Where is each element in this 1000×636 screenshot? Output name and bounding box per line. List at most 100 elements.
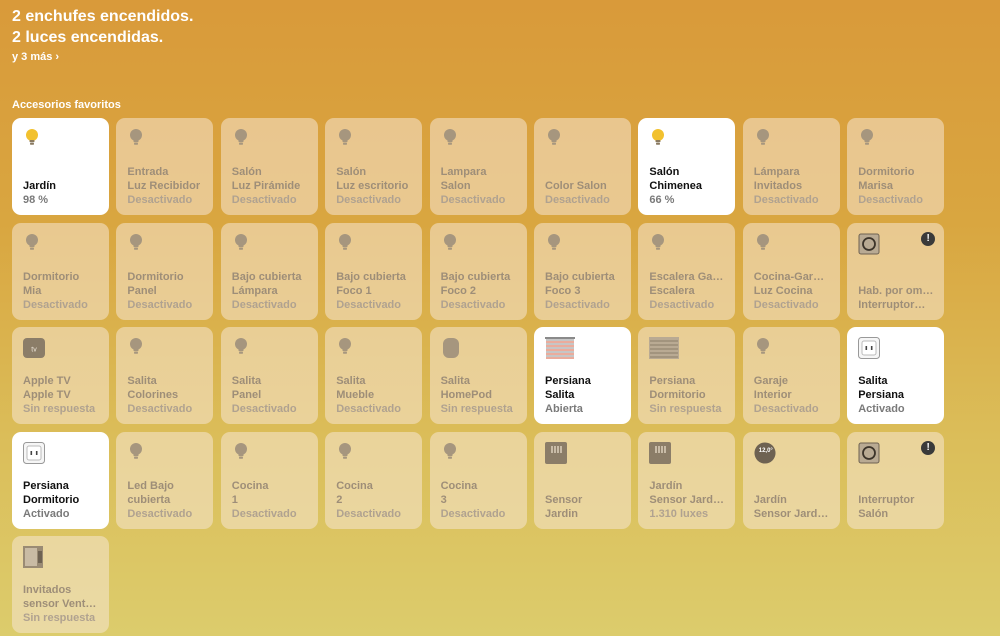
tile-labels: Salón Chimenea 66 % xyxy=(649,165,729,207)
accessory-tile-bajo-cubierta-foco-2[interactable]: Bajo cubierta Foco 2 Desactivado xyxy=(429,222,527,320)
tile-labels: Bajo cubierta Foco 3 Desactivado xyxy=(545,270,625,312)
bulb-icon xyxy=(545,233,567,255)
accessory-tile-color-salon[interactable]: Color Salon Desactivado xyxy=(534,118,631,215)
tile-room: Bajo cubierta xyxy=(231,270,302,283)
sensor-icon xyxy=(545,441,567,464)
accessory-tile-jardín[interactable]: Jardín 98 % xyxy=(12,118,109,215)
accessory-tile-cocina-1[interactable]: Cocina 1 Desactivado xyxy=(220,431,318,529)
tile-labels: Salita HomePod Sin respuesta xyxy=(441,374,521,416)
accessory-tile-invitados-sensor-vent[interactable]: Invitados sensor Vent… Sin respuesta xyxy=(12,536,109,633)
tile-status: Desactivado xyxy=(127,194,193,206)
accessory-tile-salita-homepod[interactable]: Salita HomePod Sin respuesta xyxy=(429,327,527,424)
tile-room: Garaje xyxy=(753,375,789,387)
tile-room: Salón xyxy=(336,166,367,178)
tile-name: Interior xyxy=(753,389,792,401)
tile-status: 66 % xyxy=(649,194,675,206)
accessory-tile-jardín-sensor-jard[interactable]: 12,0° Jardín Sensor Jard… xyxy=(742,431,840,529)
accessory-tile-persiana-dormitorio[interactable]: Persiana Dormitorio Sin respuesta xyxy=(638,327,736,424)
more-link[interactable]: y 3 más › xyxy=(12,51,59,63)
tile-name: Jardin xyxy=(545,507,579,520)
tile-name: Marisa xyxy=(858,180,894,192)
tile-status: Desactivado xyxy=(231,298,297,311)
tile-labels: Led Bajo cubierta Desactivado xyxy=(127,479,207,521)
accessory-tile-dormitorio-panel[interactable]: Dormitorio Panel Desactivado xyxy=(116,222,214,320)
tile-labels: Cocina 3 Desactivado xyxy=(441,479,521,521)
tile-name: Chimenea xyxy=(649,180,702,192)
bulb-icon xyxy=(127,337,149,359)
tile-labels: Escalera Ga… Escalera Desactivado xyxy=(649,270,729,312)
tile-room: Cocina xyxy=(231,479,269,492)
tile-room: Persiana xyxy=(23,479,69,492)
status-line-lights: 2 luces encendidas. xyxy=(12,29,164,46)
tile-status: Desactivado xyxy=(753,403,819,415)
accessory-tile-salón-luz-pirámide[interactable]: Salón Luz Pirámide Desactivado xyxy=(220,118,318,215)
accessory-tile-salita-mueble[interactable]: Salita Mueble Desactivado xyxy=(325,327,423,424)
accessory-tile-bajo-cubierta-foco-1[interactable]: Bajo cubierta Foco 1 Desactivado xyxy=(325,222,423,320)
tile-name: Apple TV xyxy=(23,389,71,401)
accessory-tile-escalera-ga-escalera[interactable]: Escalera Ga… Escalera Desactivado xyxy=(638,222,736,320)
tile-labels: Dormitorio Marisa Desactivado xyxy=(858,165,938,207)
accessory-tile-interruptor-salón[interactable]: ! Interruptor Salón xyxy=(847,431,945,529)
accessory-tile-lampara-salon[interactable]: Lampara Salon Desactivado xyxy=(429,118,527,215)
tile-name: HomePod xyxy=(440,389,492,401)
tile-labels: Salita Mueble Desactivado xyxy=(336,374,416,416)
accessory-tile-salón-chimenea[interactable]: Salón Chimenea 66 % xyxy=(638,118,736,215)
accessory-tile-garaje-interior[interactable]: Garaje Interior Desactivado xyxy=(742,327,840,424)
tile-labels: Bajo cubierta Foco 2 Desactivado xyxy=(441,270,521,312)
tile-room: Salita xyxy=(231,375,262,387)
accessory-tile-salita-colorines[interactable]: Salita Colorines Desactivado xyxy=(116,327,214,424)
blind-icon xyxy=(649,337,680,359)
accessory-tile-cocina-2[interactable]: Cocina 2 Desactivado xyxy=(325,431,423,529)
tile-labels: Lampara Salon Desactivado xyxy=(441,165,521,207)
accessory-tile-salón-luz-escritorio[interactable]: Salón Luz escritorio Desactivado xyxy=(325,118,423,215)
tile-labels: Color Salon Desactivado xyxy=(545,179,625,207)
accessory-tile-apple-tv-apple-tv[interactable]: tv Apple TV Apple TV Sin respuesta xyxy=(12,327,109,424)
accessory-tile-cocina-3[interactable]: Cocina 3 Desactivado xyxy=(429,431,527,529)
tile-name: Foco 3 xyxy=(545,284,581,297)
bulb-icon xyxy=(754,233,776,255)
accessory-tile-jardín-sensor-jard[interactable]: Jardín Sensor Jard… 1.310 luxes xyxy=(638,431,736,529)
tile-room: Bajo cubierta xyxy=(336,270,406,283)
accessory-tile-bajo-cubierta-foco-3[interactable]: Bajo cubierta Foco 3 Desactivado xyxy=(534,222,631,320)
tile-labels: Salita Panel Desactivado xyxy=(232,374,312,416)
accessory-tile-entrada-luz-recibidor[interactable]: Entrada Luz Recibidor Desactivado xyxy=(116,118,214,215)
bulb-icon xyxy=(754,128,776,150)
accessory-tile-persiana-dormitorio[interactable]: Persiana Dormitorio Activado xyxy=(12,431,109,529)
accessory-tile-led-bajo-cubierta[interactable]: Led Bajo cubierta Desactivado xyxy=(116,431,214,529)
bulb-icon xyxy=(441,442,463,464)
bulb-icon xyxy=(232,233,254,255)
tile-name: Dormitorio xyxy=(649,389,706,401)
tile-room: Dormitorio xyxy=(858,166,915,178)
tile-room: Salita xyxy=(127,375,157,387)
tile-labels: Bajo cubierta Foco 1 Desactivado xyxy=(336,270,416,312)
accessory-tile-salita-persiana[interactable]: Salita Persiana Activado xyxy=(847,327,945,424)
blind-open-icon xyxy=(545,337,575,359)
tile-status: Desactivado xyxy=(336,403,401,415)
outlet-icon xyxy=(23,441,45,464)
accessory-tile-cocina-gar-luz-cocina[interactable]: Cocina-Gar… Luz Cocina Desactivado xyxy=(742,222,840,320)
tile-room: Jardín xyxy=(753,493,787,506)
tile-labels: Lámpara Invitados Desactivado xyxy=(754,165,834,207)
tile-name: Lámpara xyxy=(231,284,278,297)
accessory-tile-dormitorio-marisa[interactable]: Dormitorio Marisa Desactivado xyxy=(847,118,945,215)
bulb-icon xyxy=(649,233,671,255)
tile-room: Lámpara xyxy=(753,166,800,178)
accessory-tile-sensor-jardin[interactable]: Sensor Jardin xyxy=(534,431,631,529)
tile-labels: Salón Luz Pirámide Desactivado xyxy=(232,165,312,207)
tile-status: Desactivado xyxy=(336,298,401,311)
accessory-tile-lámpara-invitados[interactable]: Lámpara Invitados Desactivado xyxy=(742,118,840,215)
bulb-icon xyxy=(23,233,45,255)
accessory-tile-persiana-salita[interactable]: Persiana Salita Abierta xyxy=(534,327,631,424)
status-summary: 2 enchufes encendidos. 2 luces encendida… xyxy=(12,6,193,48)
tile-room: Entrada xyxy=(127,166,169,178)
bulb-icon xyxy=(441,128,463,150)
accessory-tile-bajo-cubierta-lámpara[interactable]: Bajo cubierta Lámpara Desactivado xyxy=(220,222,318,320)
homepod-icon xyxy=(441,337,463,359)
tile-name: Mueble xyxy=(336,389,375,401)
tile-status: Desactivado xyxy=(545,194,610,206)
accessory-tile-hab-por-om-interruptor[interactable]: ! Hab. por om… Interruptor… xyxy=(847,222,945,320)
bulb-icon xyxy=(441,233,463,255)
accessory-tile-dormitorio-mia[interactable]: Dormitorio Mia Desactivado xyxy=(12,222,109,320)
tile-name: Sensor Jard… xyxy=(649,493,724,506)
accessory-tile-salita-panel[interactable]: Salita Panel Desactivado xyxy=(220,327,318,424)
